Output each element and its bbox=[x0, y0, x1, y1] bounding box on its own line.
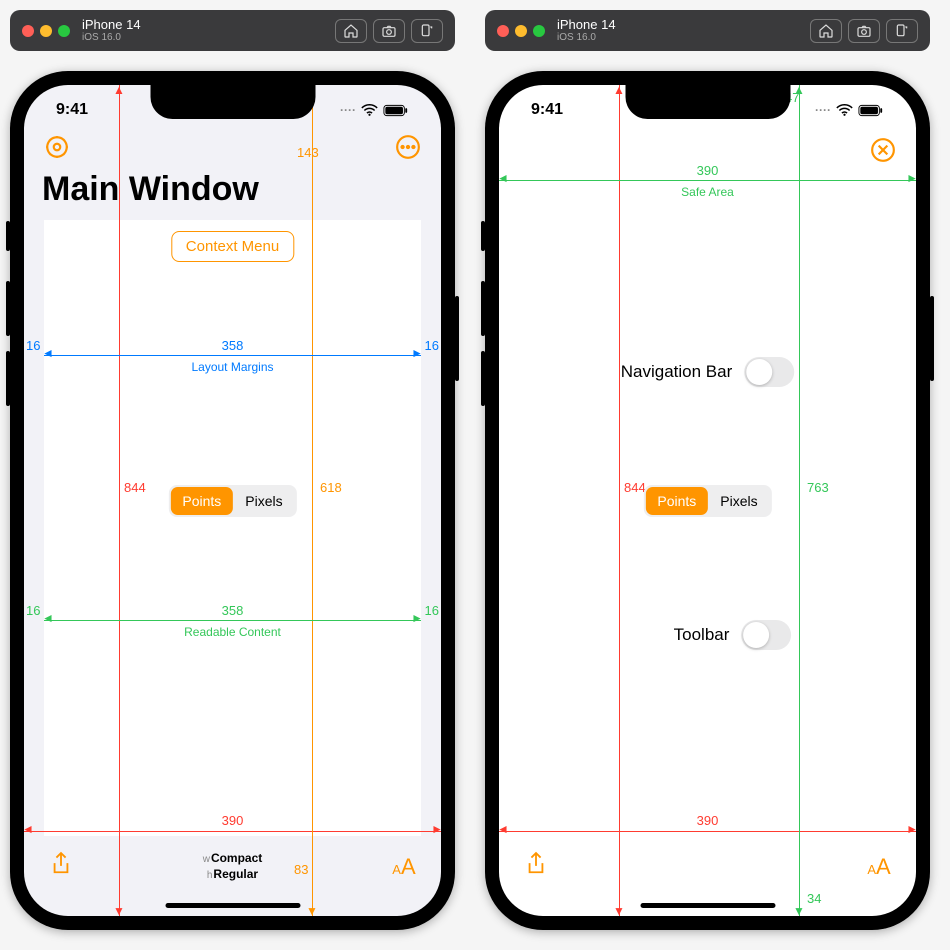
readable-left: 16 bbox=[26, 603, 40, 618]
mute-switch-icon bbox=[6, 221, 10, 251]
toolbar-toggle[interactable] bbox=[741, 620, 791, 650]
notch-icon bbox=[150, 85, 315, 119]
status-time: 9:41 bbox=[56, 101, 88, 119]
volume-down-button[interactable] bbox=[6, 351, 10, 406]
wifi-icon bbox=[361, 104, 378, 117]
home-indicator-icon[interactable] bbox=[165, 903, 300, 908]
segment-pixels[interactable]: Pixels bbox=[708, 487, 769, 515]
phone-frame: 9:41 ···· Main Window Context Menu 844 3… bbox=[10, 71, 455, 930]
device-name: iPhone 14 bbox=[557, 18, 616, 32]
window-titlebar: iPhone 14 iOS 16.0 bbox=[485, 10, 930, 51]
safe-area-label: Safe Area bbox=[681, 185, 734, 199]
gear-icon[interactable] bbox=[42, 132, 72, 162]
text-size-icon[interactable]: AA bbox=[389, 854, 419, 880]
home-button[interactable] bbox=[810, 19, 842, 43]
layout-margins-label: Layout Margins bbox=[191, 360, 273, 374]
window-titlebar: iPhone 14 iOS 16.0 bbox=[10, 10, 455, 51]
simulator-a: iPhone 14 iOS 16.0 9:41 ···· bbox=[10, 10, 455, 930]
screen-height-guide bbox=[119, 85, 120, 916]
safe-height-value: 763 bbox=[807, 480, 829, 495]
volume-up-button[interactable] bbox=[6, 281, 10, 336]
phone-frame: 9:41 ···· 844 390 47 763 34 390 S bbox=[485, 71, 930, 930]
os-version: iOS 16.0 bbox=[557, 32, 616, 43]
unit-segmented-control[interactable]: Points Pixels bbox=[643, 485, 771, 517]
safe-area-height-guide bbox=[799, 85, 800, 916]
volume-up-button[interactable] bbox=[481, 281, 485, 336]
readable-content-guide bbox=[44, 620, 421, 621]
title-block: iPhone 14 iOS 16.0 bbox=[557, 18, 616, 43]
ellipsis-icon: ···· bbox=[815, 103, 831, 117]
traffic-lights[interactable] bbox=[497, 25, 545, 37]
wifi-icon bbox=[836, 104, 853, 117]
navbar-toggle-label: Navigation Bar bbox=[621, 362, 733, 382]
screen-width-guide bbox=[499, 831, 916, 832]
ellipsis-icon: ···· bbox=[340, 103, 356, 117]
screen-width-guide bbox=[24, 831, 441, 832]
share-icon[interactable] bbox=[46, 851, 76, 883]
screenshot-button[interactable] bbox=[373, 19, 405, 43]
content-height-guide bbox=[312, 85, 313, 916]
close-dot-icon[interactable] bbox=[497, 25, 509, 37]
screen-width-value: 390 bbox=[222, 813, 244, 828]
status-time: 9:41 bbox=[531, 101, 563, 119]
title-block: iPhone 14 iOS 16.0 bbox=[82, 18, 141, 43]
device-name: iPhone 14 bbox=[82, 18, 141, 32]
power-button[interactable] bbox=[455, 296, 459, 381]
text-size-icon[interactable]: AA bbox=[864, 854, 894, 880]
power-button[interactable] bbox=[930, 296, 934, 381]
rotate-button[interactable] bbox=[411, 19, 443, 43]
close-dot-icon[interactable] bbox=[22, 25, 34, 37]
content-height-value: 618 bbox=[320, 480, 342, 495]
share-icon[interactable] bbox=[521, 851, 551, 883]
segment-pixels[interactable]: Pixels bbox=[233, 487, 294, 515]
screen-height-guide bbox=[619, 85, 620, 916]
minimize-dot-icon[interactable] bbox=[40, 25, 52, 37]
readable-right: 16 bbox=[425, 603, 439, 618]
context-menu-button[interactable]: Context Menu bbox=[171, 231, 294, 262]
zoom-dot-icon[interactable] bbox=[533, 25, 545, 37]
safe-area-width-guide bbox=[499, 180, 916, 181]
phone-screen: 9:41 ···· Main Window Context Menu 844 3… bbox=[24, 85, 441, 916]
screen-height-value: 844 bbox=[124, 480, 146, 495]
screen-width-value: 390 bbox=[697, 813, 719, 828]
layout-margins-guide bbox=[44, 355, 421, 356]
unit-segmented-control[interactable]: Points Pixels bbox=[168, 485, 296, 517]
layout-margins-left: 16 bbox=[26, 338, 40, 353]
toolbar-toggle-row: Toolbar bbox=[674, 620, 792, 650]
navbar-toggle-row: Navigation Bar bbox=[621, 357, 795, 387]
battery-icon bbox=[858, 104, 884, 117]
segment-points[interactable]: Points bbox=[170, 487, 233, 515]
volume-down-button[interactable] bbox=[481, 351, 485, 406]
layout-margins-right: 16 bbox=[425, 338, 439, 353]
readable-width: 358 bbox=[222, 603, 244, 618]
screenshot-button[interactable] bbox=[848, 19, 880, 43]
rotate-button[interactable] bbox=[886, 19, 918, 43]
size-class-label: wCompact hRegular bbox=[203, 851, 263, 882]
layout-margins-width: 358 bbox=[222, 338, 244, 353]
more-icon[interactable] bbox=[393, 132, 423, 162]
traffic-lights[interactable] bbox=[22, 25, 70, 37]
home-button[interactable] bbox=[335, 19, 367, 43]
toolbar-toggle-label: Toolbar bbox=[674, 625, 730, 645]
content-area bbox=[44, 220, 421, 836]
readable-label: Readable Content bbox=[184, 625, 281, 639]
simulator-b: iPhone 14 iOS 16.0 9:41 ···· bbox=[485, 10, 930, 930]
phone-screen: 9:41 ···· 844 390 47 763 34 390 S bbox=[499, 85, 916, 916]
home-indicator-icon[interactable] bbox=[640, 903, 775, 908]
minimize-dot-icon[interactable] bbox=[515, 25, 527, 37]
os-version: iOS 16.0 bbox=[82, 32, 141, 43]
battery-icon bbox=[383, 104, 409, 117]
mute-switch-icon bbox=[481, 221, 485, 251]
notch-icon bbox=[625, 85, 790, 119]
navbar-toggle[interactable] bbox=[744, 357, 794, 387]
safe-width-value: 390 bbox=[697, 163, 719, 178]
segment-points[interactable]: Points bbox=[645, 487, 708, 515]
page-title: Main Window bbox=[42, 170, 259, 209]
zoom-dot-icon[interactable] bbox=[58, 25, 70, 37]
close-icon[interactable] bbox=[868, 135, 898, 165]
